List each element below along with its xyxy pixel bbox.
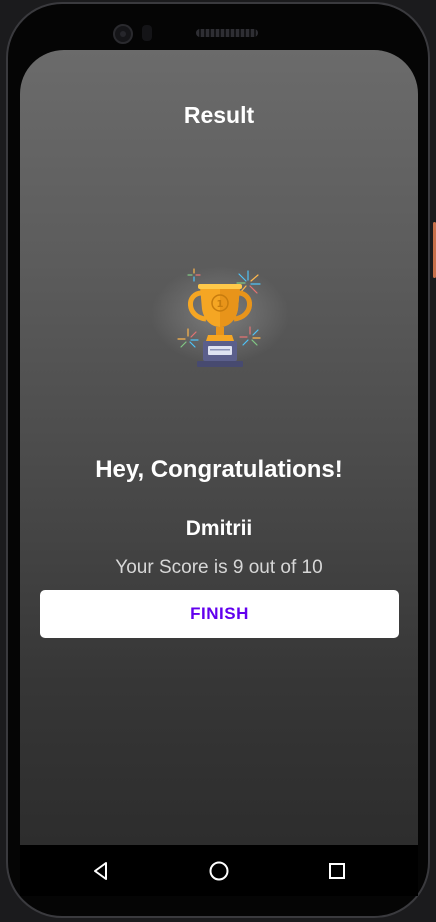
system-nav-bar — [20, 845, 418, 896]
finish-button[interactable]: FINISH — [40, 590, 399, 638]
proximity-sensor — [142, 25, 152, 41]
nav-recents-button[interactable] — [323, 857, 351, 885]
congratulations-heading: Hey, Congratulations! — [95, 456, 343, 483]
back-triangle-icon — [94, 862, 107, 880]
front-camera — [113, 24, 133, 44]
nav-back-button[interactable] — [87, 857, 115, 885]
earpiece-speaker — [196, 29, 258, 37]
nav-home-button[interactable] — [205, 857, 233, 885]
page-title: Result — [183, 102, 255, 128]
svg-text:1: 1 — [217, 299, 224, 310]
recents-square-icon — [329, 863, 345, 879]
user-name: Dmitrii — [185, 517, 253, 540]
score-text: Your Score is 9 out of 10 — [115, 557, 323, 578]
trophy-illustration: 1 — [150, 255, 290, 375]
trophy-icon: 1 — [177, 268, 261, 367]
app-screen: Result 1 Hey, Congratulations! Dmitrii Y… — [20, 50, 418, 896]
home-circle-icon — [209, 861, 229, 881]
phone-device: Result 1 Hey, Congratulations! Dmitrii Y… — [0, 0, 436, 922]
